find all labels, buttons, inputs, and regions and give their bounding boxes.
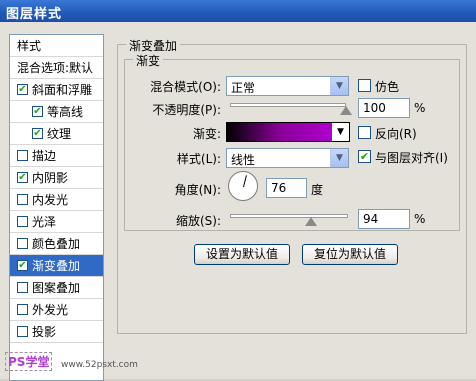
scale-slider[interactable]: [230, 214, 348, 218]
blend-mode-label: 混合模式(O):: [150, 80, 221, 94]
dither-label: 仿色: [375, 80, 400, 94]
chevron-down-icon: ▼: [330, 77, 348, 95]
sidebar-item-label: 渐变叠加: [32, 259, 81, 273]
title-bar: 图层样式: [0, 0, 476, 22]
sidebar-item[interactable]: ✔ 内阴影: [10, 167, 103, 189]
sidebar-item-label: 混合选项:默认: [17, 61, 94, 75]
scale-slider-thumb[interactable]: [305, 217, 318, 226]
sidebar-item-checkbox[interactable]: ✔: [17, 84, 28, 95]
sidebar-item[interactable]: 样式: [10, 35, 103, 57]
style-list: 样式混合选项:默认 ✔ 斜面和浮雕 ✔ 等高线 ✔ 纹理描边 ✔ 内阴影内发光光泽颜色叠加 ✔ 渐变…: [9, 34, 104, 381]
sidebar-item[interactable]: ✔ 渐变叠加: [10, 255, 103, 277]
gradient-group-title: 渐变: [133, 52, 164, 69]
sidebar-item-checkbox[interactable]: [17, 238, 28, 249]
sidebar-item-label: 内发光: [32, 193, 69, 207]
sidebar-item-label: 光泽: [32, 215, 57, 229]
sidebar-item[interactable]: ✔ 等高线: [10, 101, 103, 123]
style-select[interactable]: 线性 ▼: [226, 148, 349, 168]
sidebar-item-checkbox[interactable]: [17, 282, 28, 293]
align-with-layer-label: 与图层对齐(I): [375, 151, 448, 165]
sidebar-item-checkbox[interactable]: [17, 216, 28, 227]
set-default-button[interactable]: 设置为默认值: [194, 244, 290, 265]
gradient-label: 渐变:: [192, 127, 221, 141]
sidebar-item-label: 外发光: [32, 303, 69, 317]
sidebar-item-label: 纹理: [47, 127, 72, 141]
sidebar-item-label: 投影: [32, 325, 57, 339]
opacity-slider-thumb[interactable]: [340, 106, 352, 115]
blend-mode-select[interactable]: 正常 ▼: [226, 76, 349, 96]
sidebar-item[interactable]: 图案叠加: [10, 277, 103, 299]
gradient-swatch[interactable]: [226, 122, 334, 142]
sidebar-item-checkbox[interactable]: ✔: [32, 128, 43, 139]
sidebar-item-label: 内阴影: [32, 171, 69, 185]
sidebar-item[interactable]: 外发光: [10, 299, 103, 321]
sidebar-item[interactable]: 描边: [10, 145, 103, 167]
window-title: 图层样式: [6, 7, 63, 22]
sidebar-item[interactable]: ✔ 斜面和浮雕: [10, 79, 103, 101]
opacity-input[interactable]: 100: [358, 98, 410, 118]
angle-label: 角度(N):: [174, 183, 221, 197]
opacity-slider[interactable]: [230, 103, 346, 107]
ps-logo-watermark: PS学堂: [5, 352, 53, 371]
angle-dial[interactable]: [228, 171, 258, 201]
blend-mode-value: 正常: [231, 81, 256, 95]
sidebar-item[interactable]: 光泽: [10, 211, 103, 233]
sidebar-item-checkbox[interactable]: ✔: [17, 260, 28, 271]
reset-default-button[interactable]: 复位为默认值: [302, 244, 398, 265]
sidebar-item-label: 等高线: [47, 105, 84, 119]
angle-input[interactable]: 76: [266, 178, 307, 198]
sidebar-item-checkbox[interactable]: [17, 304, 28, 315]
sidebar-item-label: 样式: [17, 39, 42, 53]
scale-input[interactable]: 94: [358, 209, 410, 229]
sidebar-item-checkbox[interactable]: [17, 194, 28, 205]
sidebar-item[interactable]: 颜色叠加: [10, 233, 103, 255]
sidebar-item-label: 颜色叠加: [32, 237, 81, 251]
chevron-down-icon: ▼: [330, 149, 348, 167]
opacity-label: 不透明度(P):: [152, 103, 221, 117]
opacity-unit: %: [414, 101, 426, 115]
sidebar-item-checkbox[interactable]: ✔: [17, 172, 28, 183]
scale-unit: %: [414, 212, 426, 226]
reverse-label: 反向(R): [375, 127, 417, 141]
sidebar-item[interactable]: ✔ 纹理: [10, 123, 103, 145]
sidebar-item-checkbox[interactable]: [17, 150, 28, 161]
scale-label: 缩放(S):: [175, 214, 221, 228]
align-with-layer-checkbox[interactable]: ✔: [358, 150, 371, 163]
reverse-checkbox[interactable]: [358, 126, 371, 139]
sidebar-item-label: 斜面和浮雕: [32, 83, 93, 97]
site-watermark: www.52psxt.com: [61, 360, 138, 370]
sidebar-item[interactable]: 内发光: [10, 189, 103, 211]
dither-checkbox[interactable]: [358, 79, 371, 92]
sidebar-item[interactable]: 投影: [10, 321, 103, 343]
sidebar-item-checkbox[interactable]: ✔: [32, 106, 43, 117]
style-value: 线性: [231, 153, 256, 167]
sidebar-item[interactable]: 混合选项:默认: [10, 57, 103, 79]
gradient-picker-chevron-icon[interactable]: ▼: [332, 122, 350, 142]
angle-unit: 度: [311, 183, 324, 197]
sidebar-item-label: 图案叠加: [32, 281, 81, 295]
sidebar-item-label: 描边: [32, 149, 57, 163]
sidebar-item-checkbox[interactable]: [17, 326, 28, 337]
style-label: 样式(L):: [176, 152, 221, 166]
angle-dial-hand: [243, 175, 247, 188]
